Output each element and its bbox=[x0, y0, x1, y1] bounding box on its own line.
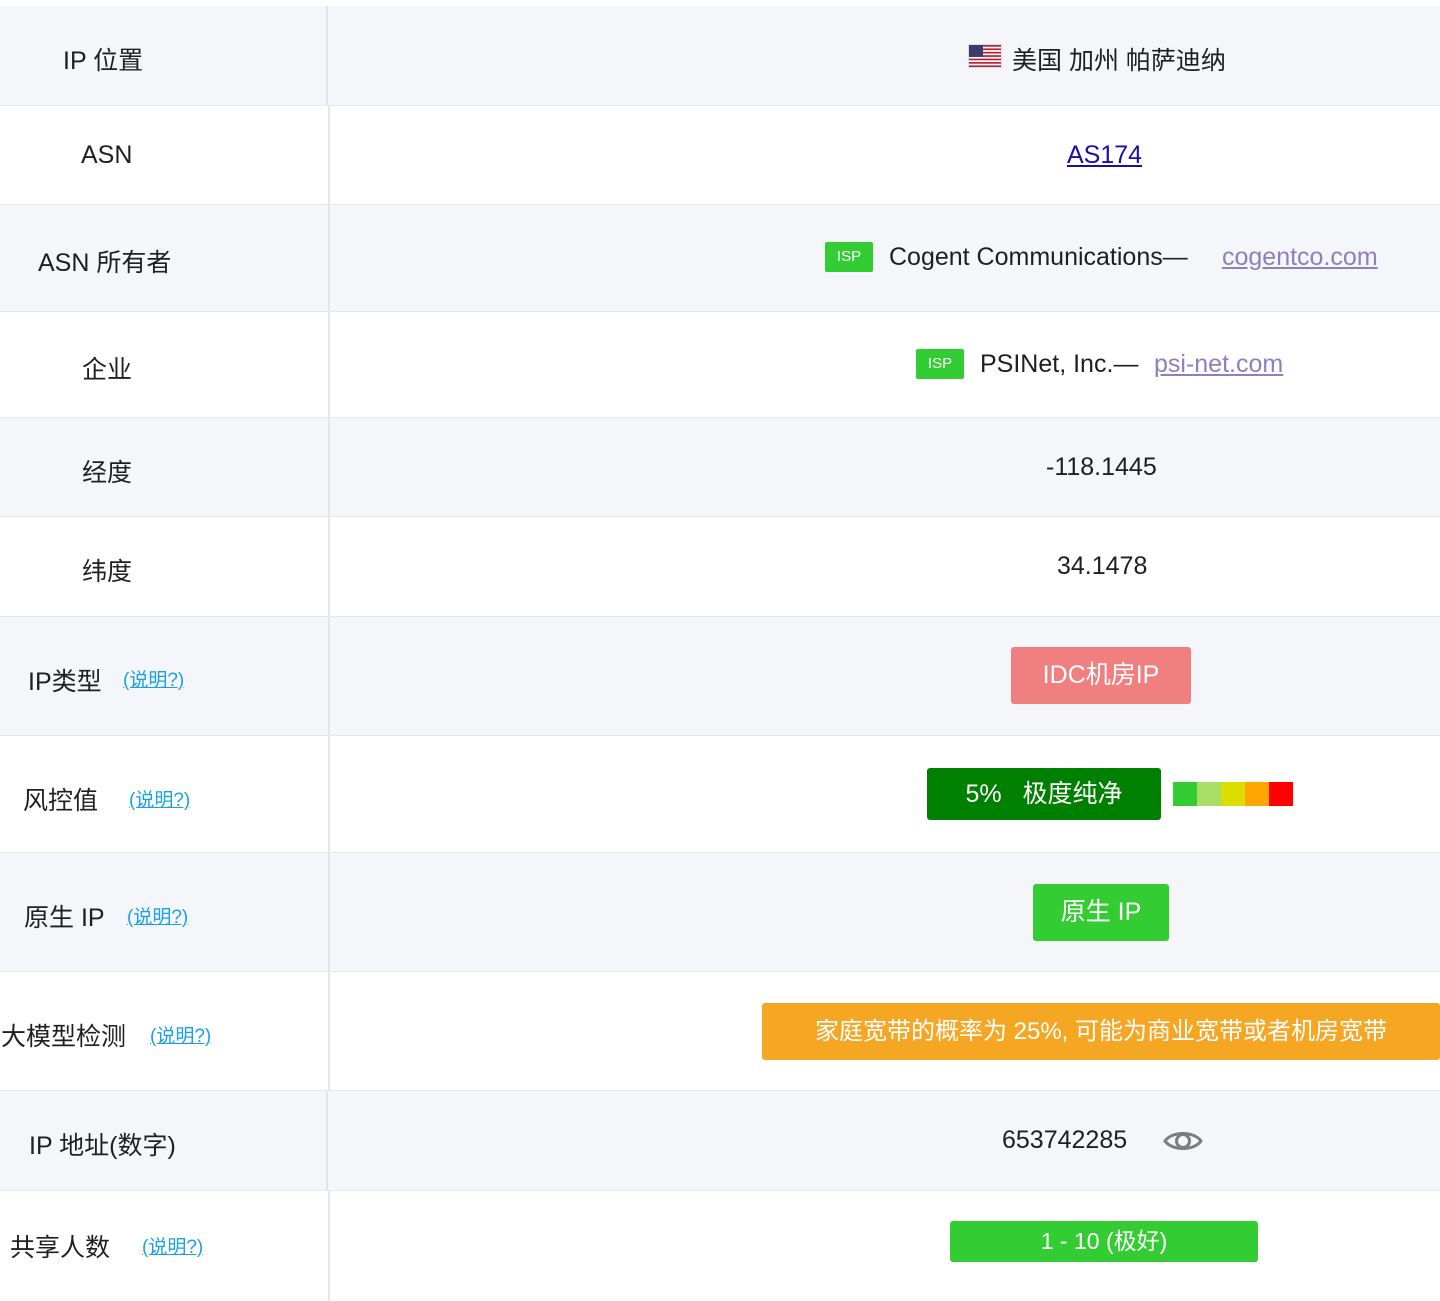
label-cell: IP类型 (说明?) bbox=[0, 617, 330, 735]
ip-numeric-value: 653742285 bbox=[1002, 1126, 1128, 1154]
value-cell: 家庭宽带的概率为 25%, 可能为商业宽带或者机房宽带 bbox=[330, 972, 1440, 1090]
label-cell: 共享人数 (说明?) bbox=[0, 1191, 330, 1301]
risk-scale-segment bbox=[1173, 782, 1197, 806]
help-link-ai-detection[interactable]: (说明?) bbox=[150, 1021, 211, 1048]
help-link-shared-users[interactable]: (说明?) bbox=[142, 1232, 203, 1259]
asn-link[interactable]: AS174 bbox=[1067, 141, 1142, 170]
native-ip-badge: 原生 IP bbox=[1033, 884, 1169, 941]
risk-scale-segment bbox=[1221, 782, 1245, 806]
label-ai-detection: 大模型检测 bbox=[1, 1023, 127, 1051]
shared-users-badge: 1 - 10 (极好) bbox=[950, 1221, 1258, 1262]
risk-scale-bar bbox=[1173, 782, 1293, 806]
value-cell: -118.1445 bbox=[330, 418, 1440, 516]
risk-scale-segment bbox=[1197, 782, 1221, 806]
label-latitude: 纬度 bbox=[82, 558, 133, 586]
row-ip-location: IP 位置 美国 加州 帕萨迪纳 bbox=[0, 6, 1440, 106]
value-cell: ISP PSINet, Inc.— psi-net.com bbox=[330, 312, 1440, 417]
value-cell: IDC机房IP bbox=[330, 617, 1440, 735]
asn-owner-name: Cogent Communications— bbox=[889, 243, 1188, 271]
label-native-ip: 原生 IP bbox=[24, 904, 105, 932]
ai-detection-badge: 家庭宽带的概率为 25%, 可能为商业宽带或者机房宽带 bbox=[762, 1003, 1440, 1060]
risk-score-badge: 5% 极度纯净 bbox=[927, 768, 1161, 820]
label-ip-numeric: IP 地址(数字) bbox=[29, 1132, 176, 1160]
row-risk-score: 风控值 (说明?) 5% 极度纯净 bbox=[0, 736, 1440, 853]
value-cell: 美国 加州 帕萨迪纳 bbox=[328, 6, 1440, 105]
enterprise-domain-link[interactable]: psi-net.com bbox=[1154, 350, 1283, 379]
row-ip-numeric: IP 地址(数字) 653742285 bbox=[0, 1091, 1440, 1191]
label-cell: 纬度 bbox=[0, 517, 330, 616]
asn-owner-domain-link[interactable]: cogentco.com bbox=[1222, 243, 1378, 272]
label-cell: ASN bbox=[0, 106, 330, 204]
eye-icon[interactable] bbox=[1163, 1127, 1203, 1155]
value-cell: 原生 IP bbox=[330, 853, 1440, 971]
row-asn: ASN AS174 bbox=[0, 106, 1440, 205]
label-asn: ASN bbox=[81, 141, 133, 169]
label-asn-owner: ASN 所有者 bbox=[38, 249, 172, 277]
label-cell: IP 地址(数字) bbox=[0, 1091, 328, 1190]
label-cell: 经度 bbox=[0, 418, 330, 516]
risk-scale-segment bbox=[1269, 782, 1293, 806]
isp-badge: ISP bbox=[825, 242, 873, 272]
risk-scale-segment bbox=[1245, 782, 1269, 806]
row-shared-users: 共享人数 (说明?) 1 - 10 (极好) bbox=[0, 1191, 1440, 1301]
value-cell: 34.1478 bbox=[330, 517, 1440, 616]
row-ai-detection: 大模型检测 (说明?) 家庭宽带的概率为 25%, 可能为商业宽带或者机房宽带 bbox=[0, 972, 1440, 1091]
enterprise-name: PSINet, Inc.— bbox=[980, 350, 1139, 378]
help-link-ip-type[interactable]: (说明?) bbox=[123, 665, 184, 692]
label-cell: IP 位置 bbox=[0, 6, 328, 105]
label-enterprise: 企业 bbox=[82, 356, 133, 384]
isp-badge: ISP bbox=[916, 349, 964, 379]
row-longitude: 经度 -118.1445 bbox=[0, 418, 1440, 517]
row-ip-type: IP类型 (说明?) IDC机房IP bbox=[0, 617, 1440, 736]
row-asn-owner: ASN 所有者 ISP Cogent Communications— cogen… bbox=[0, 205, 1440, 312]
value-cell: ISP Cogent Communications— cogentco.com bbox=[330, 205, 1440, 311]
label-cell: 原生 IP (说明?) bbox=[0, 853, 330, 971]
value-cell: AS174 bbox=[330, 106, 1440, 204]
help-link-risk-score[interactable]: (说明?) bbox=[129, 785, 190, 812]
row-enterprise: 企业 ISP PSINet, Inc.— psi-net.com bbox=[0, 312, 1440, 418]
label-risk-score: 风控值 bbox=[23, 787, 99, 815]
risk-level: 极度纯净 bbox=[1022, 780, 1123, 808]
label-shared-users: 共享人数 bbox=[10, 1234, 111, 1262]
us-flag-icon bbox=[969, 45, 1001, 67]
value-cell: 5% 极度纯净 bbox=[330, 736, 1440, 852]
label-cell: 大模型检测 (说明?) bbox=[0, 972, 330, 1090]
help-link-native-ip[interactable]: (说明?) bbox=[127, 902, 188, 929]
row-native-ip: 原生 IP (说明?) 原生 IP bbox=[0, 853, 1440, 972]
label-ip-type: IP类型 bbox=[28, 668, 102, 696]
location-value: 美国 加州 帕萨迪纳 bbox=[1012, 47, 1226, 75]
value-cell: 1 - 10 (极好) bbox=[330, 1191, 1440, 1301]
label-cell: ASN 所有者 bbox=[0, 205, 330, 311]
longitude-value: -118.1445 bbox=[1046, 453, 1157, 481]
risk-percent: 5% bbox=[965, 780, 1002, 808]
label-cell: 企业 bbox=[0, 312, 330, 417]
label-ip-location: IP 位置 bbox=[63, 47, 144, 75]
row-latitude: 纬度 34.1478 bbox=[0, 517, 1440, 617]
value-cell: 653742285 bbox=[328, 1091, 1440, 1190]
ip-type-badge: IDC机房IP bbox=[1011, 647, 1191, 704]
label-longitude: 经度 bbox=[82, 459, 133, 487]
label-cell: 风控值 (说明?) bbox=[0, 736, 330, 852]
latitude-value: 34.1478 bbox=[1057, 552, 1148, 580]
